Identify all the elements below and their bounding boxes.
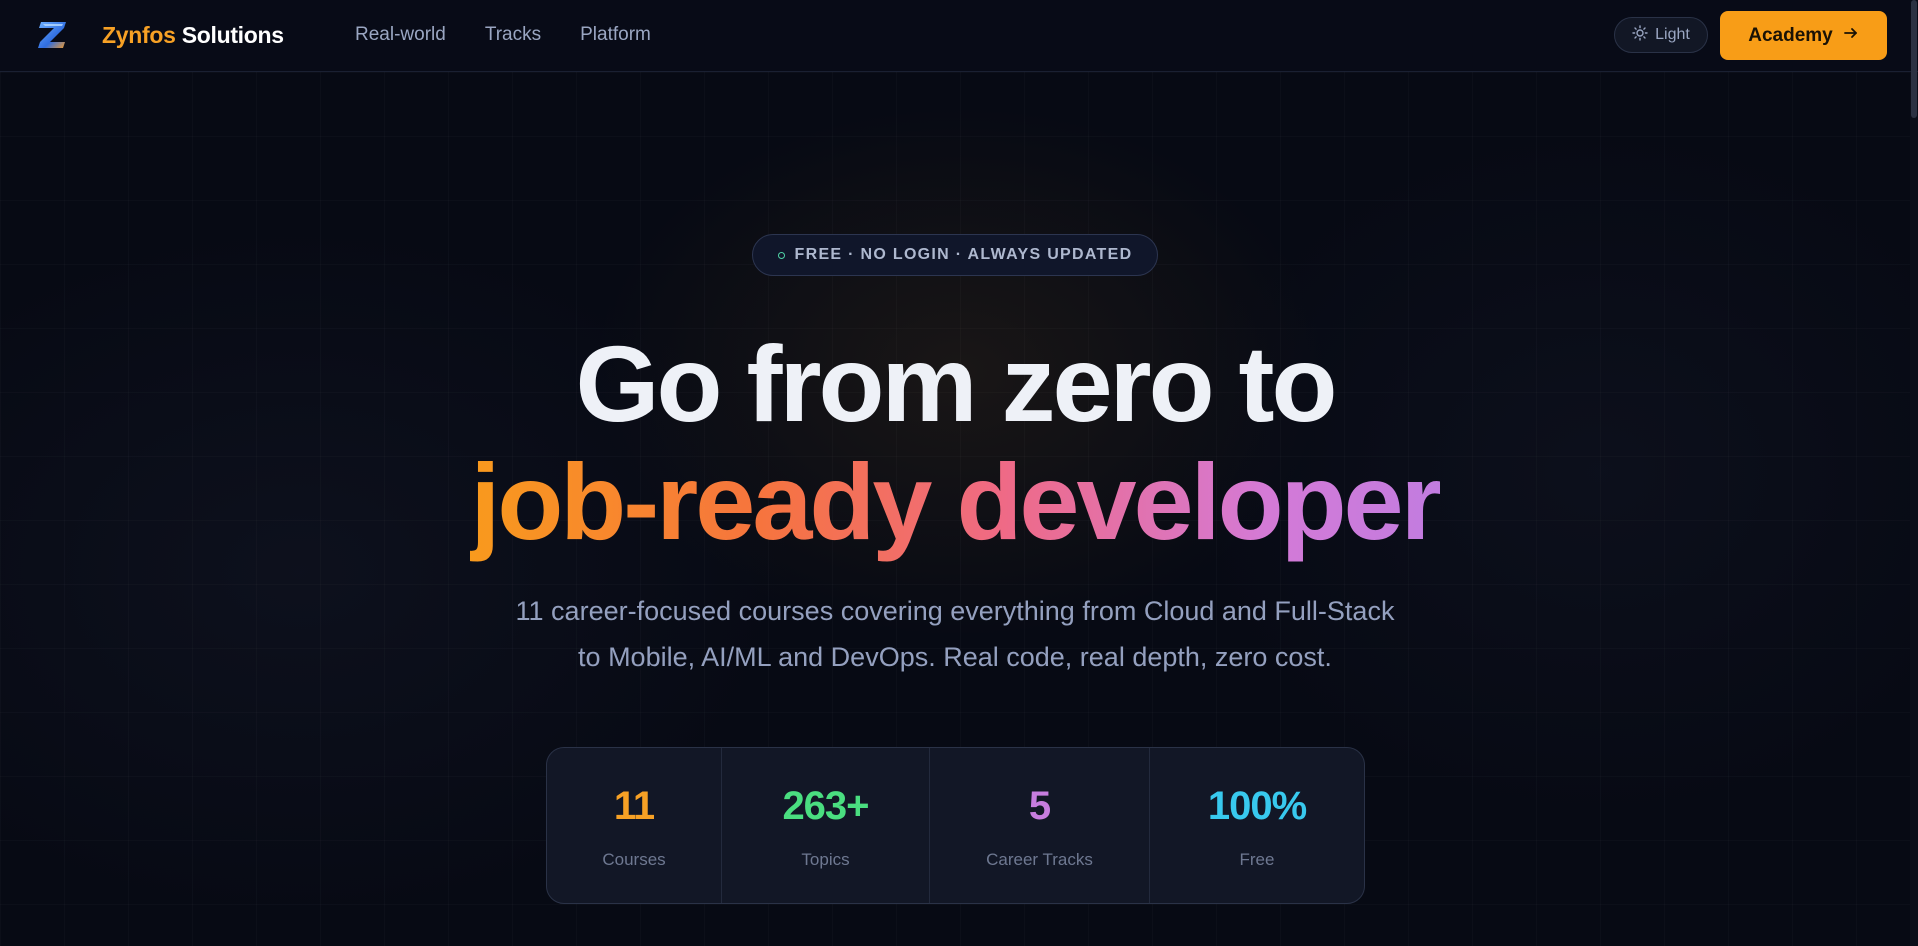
nav-link-real-world[interactable]: Real-world: [355, 24, 446, 46]
brand-name-part1: Zynfos: [102, 22, 176, 48]
hero-badge-text: FREE · NO LOGIN · ALWAYS UPDATED: [794, 246, 1133, 263]
brand-name-part2: Solutions: [181, 22, 284, 48]
main-nav: Real-world Tracks Platform: [355, 24, 651, 46]
stat-value: 100%: [1207, 784, 1307, 828]
stat-courses: 11 Courses: [547, 748, 722, 903]
stat-topics: 263+ Topics: [722, 748, 930, 903]
theme-toggle-label: Light: [1655, 26, 1690, 43]
z-logo-icon[interactable]: [34, 14, 74, 54]
academy-button-label: Academy: [1748, 24, 1833, 46]
stat-label: Free: [1239, 850, 1275, 869]
stat-label: Topics: [801, 850, 850, 869]
stat-career-tracks: 5 Career Tracks: [930, 748, 1150, 903]
brand-name[interactable]: Zynfos Solutions: [102, 22, 284, 49]
nav-link-tracks[interactable]: Tracks: [485, 24, 541, 46]
arrow-right-icon: [1843, 25, 1859, 47]
hero-title-line2: job-ready developer: [0, 448, 1910, 556]
stat-free: 100% Free: [1150, 748, 1364, 903]
hero-badge: FREE · NO LOGIN · ALWAYS UPDATED: [752, 234, 1158, 276]
theme-toggle-button[interactable]: Light: [1614, 17, 1708, 53]
scrollbar-track[interactable]: [1910, 72, 1918, 946]
hero-subtitle: 11 career-focused courses covering every…: [515, 596, 1395, 672]
stat-label: Courses: [602, 850, 666, 869]
scrollbar-thumb[interactable]: [1911, 0, 1917, 118]
academy-button[interactable]: Academy: [1720, 11, 1887, 60]
stats-card: 11 Courses 263+ Topics 5 Career Tracks 1…: [546, 747, 1365, 904]
stat-value: 263+: [782, 784, 869, 828]
hero-title-gradient-text: job-ready developer: [470, 441, 1442, 562]
hero-title-line1: Go from zero to: [575, 323, 1338, 444]
nav-link-platform[interactable]: Platform: [580, 24, 651, 46]
status-dot-icon: [777, 251, 785, 259]
stat-label: Career Tracks: [986, 850, 1093, 869]
sun-icon: [1632, 24, 1648, 46]
stat-value: 11: [613, 784, 655, 828]
stat-value: 5: [1028, 784, 1051, 828]
top-navigation-bar: Zynfos Solutions Real-world Tracks Platf…: [0, 0, 1918, 72]
